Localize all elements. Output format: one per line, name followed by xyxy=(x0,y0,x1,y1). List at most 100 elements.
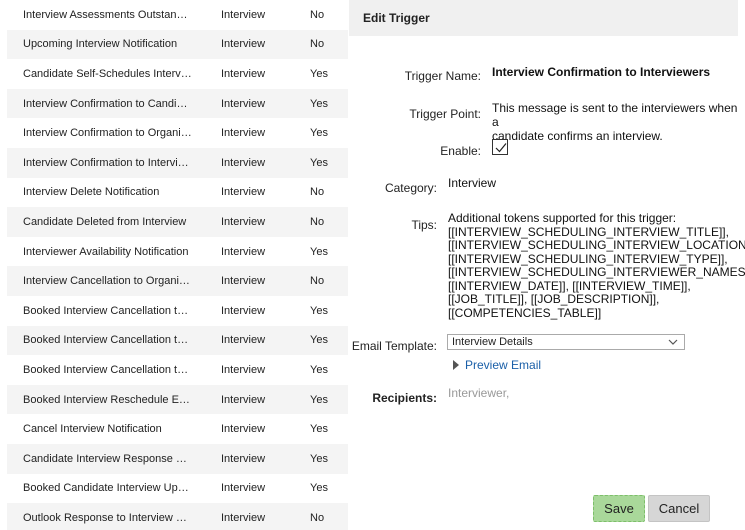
trigger-name-cell: Candidate Self-Schedules Interv… xyxy=(23,67,192,80)
save-button[interactable]: Save xyxy=(593,495,645,522)
expand-triangle-icon xyxy=(453,360,459,370)
trigger-enabled-cell: Yes xyxy=(310,245,328,258)
edit-trigger-panel: Edit Trigger Trigger Name: Interview Con… xyxy=(349,0,745,530)
table-row[interactable]: Interview Cancellation to Organi… Intervi… xyxy=(7,266,348,296)
trigger-enabled-cell: No xyxy=(310,215,325,228)
check-icon xyxy=(495,143,507,153)
trigger-type-cell: Interview xyxy=(221,8,266,21)
trigger-name-cell: Candidate Interview Response … xyxy=(23,452,187,465)
tips-line: [[INTERVIEW_SCHEDULING_INTERVIEW_TYPE]], xyxy=(448,251,728,266)
trigger-name-cell: Interview Confirmation to Organi… xyxy=(23,127,192,140)
trigger-name-label: Trigger Name: xyxy=(404,69,481,83)
trigger-enabled-cell: Yes xyxy=(310,334,328,347)
trigger-type-cell: Interview xyxy=(221,245,266,258)
trigger-name-cell: Cancel Interview Notification xyxy=(23,423,162,436)
trigger-type-cell: Interview xyxy=(221,304,266,317)
recipients-value: Interviewer, xyxy=(448,386,510,400)
trigger-type-cell: Interview xyxy=(221,482,266,495)
table-row[interactable]: Booked Candidate Interview Up… Interview Y… xyxy=(7,474,348,504)
table-row[interactable]: Interviewer Availability Notification Int… xyxy=(7,237,348,267)
trigger-enabled-cell: Yes xyxy=(310,304,328,317)
trigger-point-value: This message is sent to the interviewers… xyxy=(492,101,738,143)
trigger-type-cell: Interview xyxy=(221,38,266,51)
table-row[interactable]: Interview Assessments Outstan… Interview N… xyxy=(7,0,348,30)
trigger-enabled-cell: Yes xyxy=(310,452,328,465)
table-row[interactable]: Outlook Response to Interview … Interview… xyxy=(7,503,348,530)
trigger-enabled-cell: No xyxy=(310,38,325,51)
trigger-name-cell: Booked Candidate Interview Up… xyxy=(23,482,189,495)
trigger-name-cell: Booked Interview Cancellation t… xyxy=(23,363,189,376)
trigger-type-cell: Interview xyxy=(221,452,266,465)
trigger-enabled-cell: Yes xyxy=(310,423,328,436)
table-row[interactable]: Candidate Interview Response … Interview Y… xyxy=(7,443,348,474)
trigger-type-cell: Interview xyxy=(221,215,266,228)
trigger-type-cell: Interview xyxy=(221,186,266,199)
email-template-select[interactable]: Interview Details xyxy=(447,334,685,350)
trigger-point-label: Trigger Point: xyxy=(409,107,481,121)
trigger-name-cell: Interview Delete Notification xyxy=(23,186,160,199)
trigger-name-cell: Upcoming Interview Notification xyxy=(23,38,178,51)
category-value: Interview xyxy=(448,176,497,190)
table-row[interactable]: Cancel Interview Notification Interview Ye… xyxy=(7,414,348,444)
trigger-type-cell: Interview xyxy=(221,393,266,406)
tips-line: [[COMPETENCIES_TABLE]] xyxy=(448,305,602,320)
table-row[interactable]: Booked Interview Cancellation t… Intervie… xyxy=(7,325,348,356)
tips-label: Tips: xyxy=(411,218,437,232)
tips-line: [[INTERVIEW_SCHEDULING_INTERVIEW_TITLE]]… xyxy=(448,224,729,239)
preview-email-link[interactable]: Preview Email xyxy=(453,358,541,372)
trigger-type-cell: Interview xyxy=(221,275,266,288)
email-template-label: Email Template: xyxy=(351,339,437,353)
recipients-label: Recipients: xyxy=(372,391,437,405)
panel-title: Edit Trigger xyxy=(349,0,738,36)
tips-line: [[INTERVIEW_DATE]], [[INTERVIEW_TIME]], xyxy=(448,278,691,293)
trigger-type-cell: Interview xyxy=(221,363,266,376)
table-row[interactable]: Candidate Deleted from Interview Intervie… xyxy=(7,207,348,237)
trigger-enabled-cell: No xyxy=(310,511,325,524)
table-row[interactable]: Interview Confirmation to Candi… Intervie… xyxy=(7,88,348,119)
trigger-name-cell: Interviewer Availability Notification xyxy=(23,245,189,258)
table-row[interactable]: Upcoming Interview Notification Interview… xyxy=(7,29,348,60)
trigger-name-cell: Interview Confirmation to Candi… xyxy=(23,97,188,110)
trigger-type-cell: Interview xyxy=(221,334,266,347)
chevron-down-icon xyxy=(668,339,678,345)
trigger-enabled-cell: Yes xyxy=(310,393,328,406)
trigger-type-cell: Interview xyxy=(221,97,266,110)
tips-text: Additional tokens supported for this tri… xyxy=(448,211,745,320)
trigger-name-cell: Booked Interview Cancellation t… xyxy=(23,334,189,347)
table-row[interactable]: Booked Interview Cancellation t… Intervie… xyxy=(7,355,348,385)
category-label: Category: xyxy=(384,181,437,195)
tips-line: [[INTERVIEW_SCHEDULING_INTERVIEWER_NAMES… xyxy=(448,265,745,279)
trigger-type-cell: Interview xyxy=(221,127,266,140)
trigger-name-cell: Interview Assessments Outstan… xyxy=(23,8,188,21)
trigger-name-cell: Booked Interview Cancellation t… xyxy=(23,304,189,317)
table-row[interactable]: Interview Confirmation to Organi… Intervi… xyxy=(7,118,348,148)
table-row[interactable]: Booked Interview Cancellation t… Intervie… xyxy=(7,296,348,326)
trigger-type-cell: Interview xyxy=(221,511,266,524)
trigger-enabled-cell: No xyxy=(310,275,325,288)
trigger-name-cell: Interview Cancellation to Organi… xyxy=(23,275,190,288)
trigger-type-cell: Interview xyxy=(221,423,266,436)
trigger-name-cell: Booked Interview Reschedule E… xyxy=(23,393,190,406)
trigger-type-cell: Interview xyxy=(221,67,266,80)
trigger-enabled-cell: No xyxy=(310,186,325,199)
table-row[interactable]: Interview Confirmation to Intervi… Interv… xyxy=(7,147,348,178)
tips-line: Additional tokens supported for this tri… xyxy=(448,211,677,225)
trigger-name-value: Interview Confirmation to Interviewers xyxy=(492,65,711,79)
trigger-name-cell: Outlook Response to Interview … xyxy=(23,511,187,524)
trigger-list: Interview Assessments Outstan… Interview N… xyxy=(7,0,348,530)
trigger-enabled-cell: Yes xyxy=(310,97,328,110)
cancel-button[interactable]: Cancel xyxy=(648,495,710,522)
trigger-enabled-cell: Yes xyxy=(310,156,328,169)
enable-checkbox[interactable] xyxy=(492,139,508,155)
trigger-enabled-cell: Yes xyxy=(310,482,328,495)
tips-line: [[INTERVIEW_SCHEDULING_INTERVIEW_LOCATIO… xyxy=(448,238,745,252)
table-row[interactable]: Booked Interview Reschedule E… Interview Y… xyxy=(7,384,348,415)
enable-label: Enable: xyxy=(440,144,481,158)
trigger-enabled-cell: Yes xyxy=(310,127,328,140)
table-row[interactable]: Interview Delete Notification Interview No xyxy=(7,178,348,208)
tips-line: [[JOB_TITLE]], [[JOB_DESCRIPTION]], xyxy=(448,292,660,306)
trigger-name-cell: Candidate Deleted from Interview xyxy=(23,215,187,228)
table-row[interactable]: Candidate Self-Schedules Interv… Intervie… xyxy=(7,59,348,89)
trigger-enabled-cell: Yes xyxy=(310,363,328,376)
trigger-type-cell: Interview xyxy=(221,156,266,169)
